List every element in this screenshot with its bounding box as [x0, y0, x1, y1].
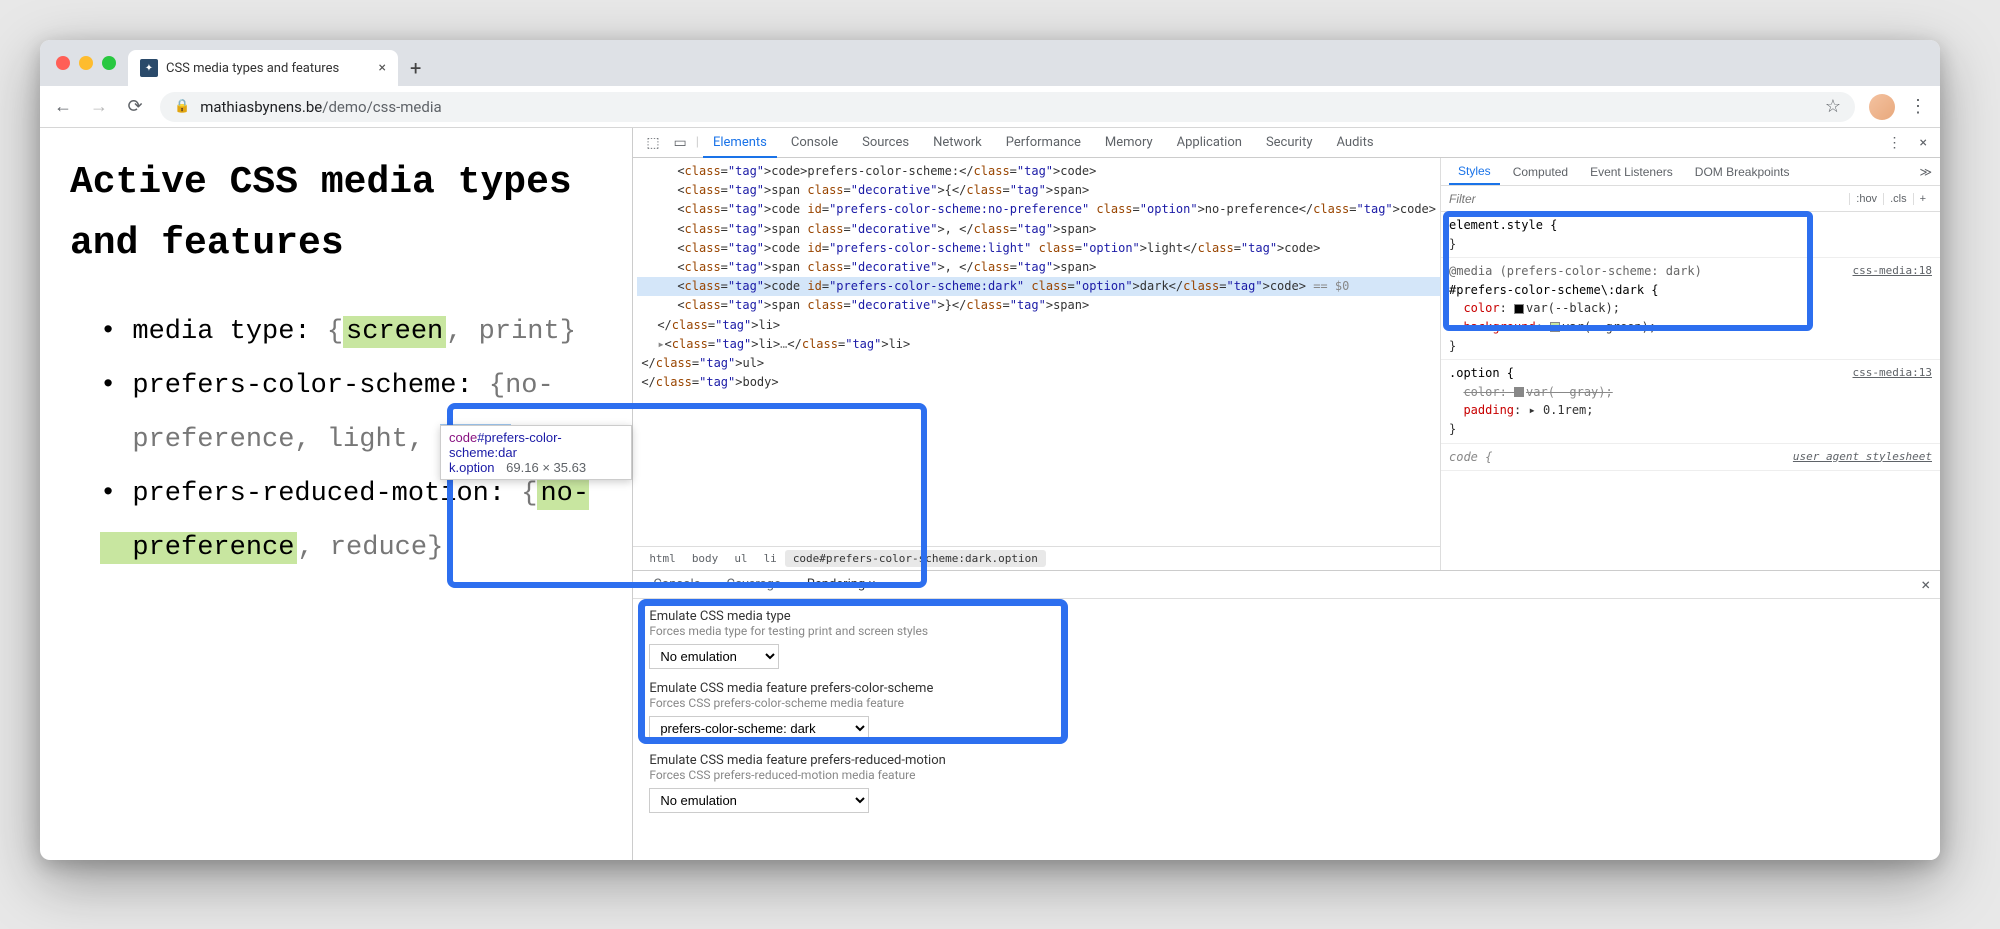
- styles-filter-input[interactable]: [1449, 192, 1849, 206]
- dom-tree-line[interactable]: <class="tag">span class="decorative">{</…: [637, 181, 1440, 200]
- drawer-close-icon[interactable]: ×: [1921, 575, 1930, 594]
- devtools-menu-icon[interactable]: ⋮: [1883, 135, 1907, 151]
- back-button[interactable]: ←: [52, 96, 74, 117]
- elements-breadcrumb[interactable]: html body ul li code#prefers-color-schem…: [633, 546, 1440, 570]
- emulate-color-scheme-sub: Forces CSS prefers-color-scheme media fe…: [649, 696, 1924, 710]
- emulate-reduced-motion-title: Emulate CSS media feature prefers-reduce…: [649, 753, 1924, 768]
- emulate-color-scheme-select[interactable]: prefers-color-scheme: dark: [649, 716, 869, 741]
- list-item: media type: {screen, print}: [100, 305, 602, 359]
- source-link: user agent stylesheet: [1793, 448, 1932, 465]
- elements-panel[interactable]: <class="tag">code>prefers-color-scheme:<…: [633, 158, 1440, 546]
- tab-application[interactable]: Application: [1167, 129, 1252, 156]
- emulate-color-scheme-title: Emulate CSS media feature prefers-color-…: [649, 681, 1924, 696]
- tab-elements[interactable]: Elements: [703, 129, 777, 158]
- tab-security[interactable]: Security: [1256, 129, 1323, 156]
- dom-tree-line[interactable]: </class="tag">li>: [637, 316, 1440, 335]
- list-item: prefers-reduced-motion: {no- preference,…: [100, 467, 602, 575]
- tab-network[interactable]: Network: [923, 129, 992, 156]
- tab-dom-breakpoints[interactable]: DOM Breakpoints: [1686, 160, 1799, 184]
- dom-tree-line[interactable]: <class="tag">code id="prefers-color-sche…: [637, 200, 1440, 219]
- page-heading: Active CSS media types and features: [70, 153, 602, 275]
- page-content: Active CSS media types and features medi…: [40, 128, 632, 860]
- traffic-lights: [56, 56, 116, 70]
- browser-tab[interactable]: ✦ CSS media types and features ×: [128, 50, 398, 86]
- drawer-tab-coverage[interactable]: Coverage: [717, 572, 791, 597]
- style-block-rule3[interactable]: user agent stylesheet code {: [1441, 444, 1940, 472]
- styles-pane: Styles Computed Event Listeners DOM Brea…: [1440, 158, 1940, 570]
- style-block-rule2[interactable]: css-media:13 .option { color: var(--gray…: [1441, 360, 1940, 443]
- drawer-tab-rendering[interactable]: Rendering ×: [797, 572, 886, 597]
- emulate-reduced-motion-select[interactable]: No emulation: [649, 788, 869, 813]
- cls-button[interactable]: .cls: [1883, 193, 1913, 205]
- toolbar: ← → ⟳ 🔒 mathiasbynens.be/demo/css-media …: [40, 86, 1940, 128]
- lock-icon: 🔒: [174, 99, 190, 114]
- device-icon[interactable]: ▭: [669, 135, 692, 151]
- profile-avatar[interactable]: [1869, 94, 1895, 120]
- tab-console[interactable]: Console: [781, 129, 848, 156]
- tab-title: CSS media types and features: [166, 61, 339, 76]
- devtools-tabs: ⬚ ▭ | Elements Console Sources Network P…: [633, 128, 1940, 158]
- dom-tree-line[interactable]: <class="tag">code id="prefers-color-sche…: [637, 277, 1440, 296]
- url-host: mathiasbynens.be: [200, 98, 322, 116]
- tab-styles[interactable]: Styles: [1449, 159, 1500, 185]
- devtools-upper: <class="tag">code>prefers-color-scheme:<…: [633, 158, 1940, 570]
- dom-tree-line[interactable]: ▸<class="tag">li>…</class="tag">li>: [637, 335, 1440, 354]
- inspect-tooltip: code#prefers-color-scheme:dark.option 69…: [440, 425, 632, 480]
- emulate-reduced-motion-sub: Forces CSS prefers-reduced-motion media …: [649, 768, 1924, 782]
- style-block-element[interactable]: element.style {}: [1441, 212, 1940, 258]
- reload-button[interactable]: ⟳: [124, 96, 146, 117]
- tab-close-icon[interactable]: ×: [379, 60, 386, 76]
- drawer-body: Emulate CSS media type Forces media type…: [633, 599, 1940, 860]
- more-tabs-icon[interactable]: ≫: [1919, 165, 1932, 179]
- emulate-media-type-title: Emulate CSS media type: [649, 609, 1924, 624]
- tab-memory[interactable]: Memory: [1095, 129, 1163, 156]
- new-rule-button[interactable]: +: [1913, 193, 1932, 205]
- devtools-drawer: Console Coverage Rendering × × Emulate C…: [633, 570, 1940, 860]
- close-window-button[interactable]: [56, 56, 70, 70]
- emulate-media-type-select[interactable]: No emulation: [649, 644, 779, 669]
- emulate-media-type-sub: Forces media type for testing print and …: [649, 624, 1924, 638]
- main-area: Active CSS media types and features medi…: [40, 128, 1940, 860]
- tab-event-listeners[interactable]: Event Listeners: [1581, 160, 1682, 184]
- style-block-rule1[interactable]: css-media:18 @media (prefers-color-schem…: [1441, 258, 1940, 360]
- styles-filter-row: :hov .cls +: [1441, 186, 1940, 212]
- inspect-icon[interactable]: ⬚: [641, 135, 664, 151]
- maximize-window-button[interactable]: [102, 56, 116, 70]
- url-path: /demo/css-media: [322, 98, 441, 116]
- tab-audits[interactable]: Audits: [1327, 129, 1384, 156]
- address-bar[interactable]: 🔒 mathiasbynens.be/demo/css-media ☆: [160, 92, 1855, 122]
- styles-tabs: Styles Computed Event Listeners DOM Brea…: [1441, 158, 1940, 186]
- dom-tree-line[interactable]: <class="tag">code id="prefers-color-sche…: [637, 239, 1440, 258]
- drawer-tabs: Console Coverage Rendering × ×: [633, 571, 1940, 599]
- source-link[interactable]: css-media:18: [1853, 262, 1932, 279]
- devtools-close-icon[interactable]: ×: [1915, 135, 1932, 151]
- tab-strip: ✦ CSS media types and features × +: [40, 40, 1940, 86]
- dom-tree-line[interactable]: <class="tag">code>prefers-color-scheme:<…: [637, 162, 1440, 181]
- dom-tree-line[interactable]: </class="tag">body>: [637, 373, 1440, 392]
- bookmark-star-icon[interactable]: ☆: [1825, 96, 1841, 117]
- forward-button[interactable]: →: [88, 96, 110, 117]
- dom-tree-line[interactable]: <class="tag">span class="decorative">}</…: [637, 296, 1440, 315]
- drawer-tab-console[interactable]: Console: [643, 572, 710, 597]
- favicon-icon: ✦: [140, 59, 158, 77]
- source-link[interactable]: css-media:13: [1853, 364, 1932, 381]
- tab-computed[interactable]: Computed: [1504, 160, 1577, 184]
- browser-menu-button[interactable]: ⋮: [1909, 96, 1928, 117]
- hov-button[interactable]: :hov: [1849, 193, 1883, 205]
- dom-tree-line[interactable]: <class="tag">span class="decorative">, <…: [637, 220, 1440, 239]
- active-value: screen: [343, 316, 446, 348]
- minimize-window-button[interactable]: [79, 56, 93, 70]
- tab-sources[interactable]: Sources: [852, 129, 919, 156]
- dom-tree-line[interactable]: </class="tag">ul>: [637, 354, 1440, 373]
- devtools: ⬚ ▭ | Elements Console Sources Network P…: [632, 128, 1940, 860]
- new-tab-button[interactable]: +: [410, 56, 421, 80]
- tab-performance[interactable]: Performance: [996, 129, 1091, 156]
- dom-tree-line[interactable]: <class="tag">span class="decorative">, <…: [637, 258, 1440, 277]
- browser-window: ✦ CSS media types and features × + ← → ⟳…: [40, 40, 1940, 860]
